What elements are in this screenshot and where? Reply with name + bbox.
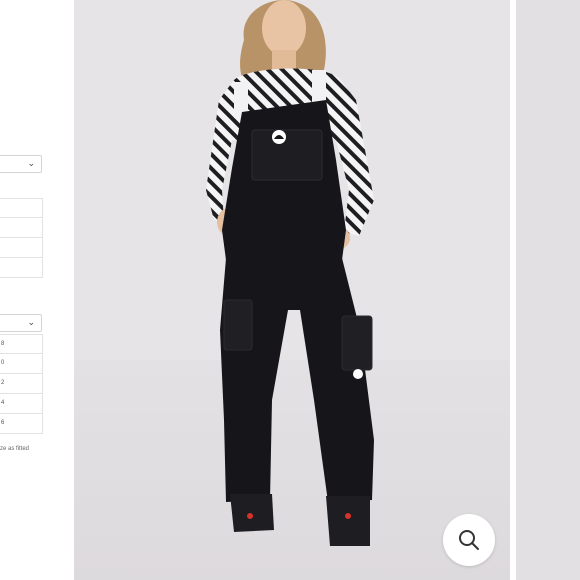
- length-select[interactable]: ⌄: [0, 314, 42, 332]
- zoom-button[interactable]: [443, 514, 495, 566]
- size-option-row[interactable]: [0, 218, 43, 238]
- option-row[interactable]: 6: [0, 414, 43, 434]
- search-icon: [457, 528, 481, 552]
- size-select[interactable]: ⌄: [0, 155, 42, 173]
- chevron-down-icon: ⌄: [27, 158, 35, 168]
- size-option-row[interactable]: [0, 238, 43, 258]
- model-in-bib-pants-illustration: [206, 0, 374, 546]
- product-options-panel: ⌄ ⌄ 8 0 2 4 6 ze as fitted: [0, 0, 74, 580]
- option-value: 0: [1, 360, 5, 366]
- option-value: 2: [1, 380, 5, 386]
- option-row[interactable]: 4: [0, 394, 43, 414]
- option-row[interactable]: 0: [0, 354, 43, 374]
- option-row[interactable]: 2: [0, 374, 43, 394]
- option-row[interactable]: 8: [0, 334, 43, 354]
- fit-note: ze as fitted: [0, 446, 30, 452]
- size-option-row[interactable]: [0, 198, 43, 218]
- option-value: 4: [1, 400, 5, 406]
- product-next-image[interactable]: [516, 0, 580, 580]
- chevron-down-icon: ⌄: [27, 317, 35, 327]
- option-value: 8: [1, 341, 5, 347]
- option-value: 6: [1, 420, 5, 426]
- product-main-image[interactable]: [74, 0, 510, 580]
- size-option-row[interactable]: [0, 258, 43, 278]
